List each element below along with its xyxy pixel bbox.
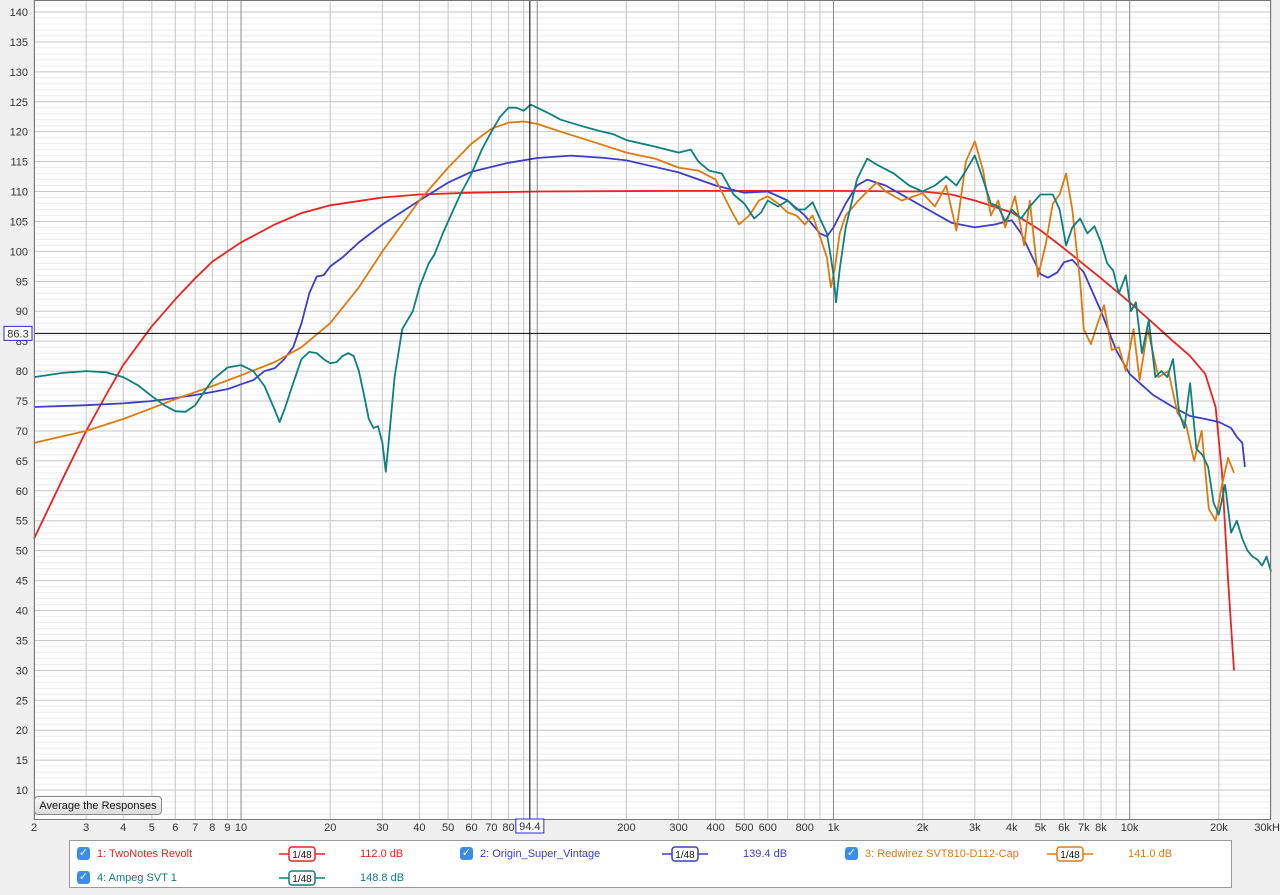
x-tick-label: 30 — [376, 822, 388, 834]
legend-label[interactable]: 4: Ampeg SVT 1 — [97, 872, 177, 884]
cursor-x-value: 94.4 — [519, 821, 540, 833]
x-tick-label: 30kH — [1254, 822, 1280, 834]
y-tick-label: 95 — [16, 276, 28, 288]
legend-level: 141.0 dB — [1128, 848, 1173, 860]
legend-checkbox[interactable]: ✓ — [460, 847, 473, 860]
x-tick-label: 6k — [1058, 822, 1070, 834]
x-tick-label: 500 — [735, 822, 753, 834]
x-tick-label: 60 — [465, 822, 477, 834]
x-tick-label: 10 — [235, 822, 247, 834]
y-tick-label: 35 — [16, 635, 28, 647]
legend-level: 148.8 dB — [360, 872, 405, 884]
y-tick-label: 130 — [10, 67, 28, 79]
x-tick-label: 6 — [172, 822, 178, 834]
legend-checkbox[interactable]: ✓ — [845, 847, 858, 860]
smoothing-value: 1/48 — [292, 874, 312, 885]
x-tick-label: 4 — [120, 822, 126, 834]
y-tick-label: 60 — [16, 486, 28, 498]
smoothing-control[interactable]: 1/48 — [277, 869, 327, 887]
x-tick-label: 7k — [1078, 822, 1090, 834]
x-tick-label: 8k — [1095, 822, 1107, 834]
y-tick-label: 80 — [16, 366, 28, 378]
plot-background — [34, 0, 1271, 820]
x-tick-label: 3k — [969, 822, 981, 834]
legend-level: 112.0 dB — [360, 848, 404, 860]
legend-entry-2[interactable]: ✓ 2: Origin_Super_Vintage 1/48 139.4 dB — [460, 843, 840, 865]
x-tick-label: 40 — [413, 822, 425, 834]
x-tick-label: 50 — [442, 822, 454, 834]
x-tick-label: 2k — [917, 822, 929, 834]
x-tick-label: 5k — [1035, 822, 1047, 834]
y-tick-label: 25 — [16, 695, 28, 707]
x-tick-label: 70 — [485, 822, 497, 834]
y-tick-label: 75 — [16, 396, 28, 408]
x-tick-label: 400 — [706, 822, 724, 834]
y-tick-label: 40 — [16, 606, 28, 618]
x-tick-label: 10k — [1121, 822, 1139, 834]
y-tick-label: 105 — [10, 216, 28, 228]
y-tick-label: 20 — [16, 725, 28, 737]
smoothing-control[interactable]: 1/48 — [660, 845, 710, 863]
plot-area[interactable]: 1015202530354045505560657075808590951001… — [0, 0, 1280, 838]
legend-level: 139.4 dB — [743, 848, 788, 860]
y-tick-label: 55 — [16, 516, 28, 528]
legend-panel: ✓ 1: TwoNotes Revolt 1/48 112.0 dB ✓ 2: Origi… — [69, 840, 1232, 888]
x-tick-label: 5 — [149, 822, 155, 834]
x-tick-label: 9 — [224, 822, 230, 834]
x-tick-label: 20k — [1210, 822, 1228, 834]
y-tick-label: 100 — [10, 246, 28, 258]
x-tick-label: 8 — [209, 822, 215, 834]
x-tick-label: 7 — [192, 822, 198, 834]
y-tick-label: 120 — [10, 127, 28, 139]
x-tick-label: 300 — [669, 822, 687, 834]
x-tick-label: 3 — [83, 822, 89, 834]
smoothing-value: 1/48 — [292, 850, 312, 861]
legend-checkbox[interactable]: ✓ — [77, 871, 90, 884]
y-tick-label: 15 — [16, 755, 28, 767]
legend-entry-3[interactable]: ✓ 3: Redwirez SVT810-D112-Cap 1/48 141.0 dB — [845, 843, 1225, 865]
legend-label[interactable]: 2: Origin_Super_Vintage — [480, 848, 600, 860]
legend-label[interactable]: 3: Redwirez SVT810-D112-Cap — [865, 848, 1019, 860]
y-tick-label: 110 — [10, 187, 28, 199]
x-tick-label: 2 — [31, 822, 37, 834]
y-tick-label: 30 — [16, 665, 28, 677]
y-tick-label: 45 — [16, 576, 28, 588]
x-tick-label: 200 — [617, 822, 635, 834]
legend-label[interactable]: 1: TwoNotes Revolt — [97, 848, 192, 860]
y-tick-label: 135 — [10, 37, 28, 49]
y-tick-label: 50 — [16, 546, 28, 558]
y-tick-label: 125 — [10, 97, 28, 109]
x-tick-label: 1k — [828, 822, 840, 834]
y-tick-label: 115 — [10, 157, 28, 169]
legend-entry-4[interactable]: ✓ 4: Ampeg SVT 1 1/48 148.8 dB — [77, 867, 457, 889]
x-tick-label: 800 — [796, 822, 814, 834]
legend-checkbox[interactable]: ✓ — [77, 847, 90, 860]
x-tick-label: 4k — [1006, 822, 1018, 834]
frequency-response-chart[interactable]: 10 15 20 25 30 35 40 45 50 55 60 65 70 75 80 85 90 95 100 1… — [0, 0, 1280, 838]
cursor-y-value: 86.3 — [7, 328, 28, 340]
y-tick-label: 70 — [16, 426, 28, 438]
average-responses-button[interactable]: Average the Responses — [34, 796, 162, 815]
smoothing-value: 1/48 — [675, 850, 695, 861]
x-tick-label: 600 — [759, 822, 777, 834]
y-tick-label: 65 — [16, 456, 28, 468]
x-tick-label: 80 — [502, 822, 514, 834]
y-tick-label: 90 — [16, 306, 28, 318]
smoothing-value: 1/48 — [1060, 850, 1080, 861]
smoothing-control[interactable]: 1/48 — [1045, 845, 1095, 863]
smoothing-control[interactable]: 1/48 — [277, 845, 327, 863]
x-tick-label: 20 — [324, 822, 336, 834]
legend-entry-1[interactable]: ✓ 1: TwoNotes Revolt 1/48 112.0 dB — [77, 843, 457, 865]
y-tick-label: 140 — [10, 7, 28, 19]
y-tick-label: 10 — [16, 785, 28, 797]
